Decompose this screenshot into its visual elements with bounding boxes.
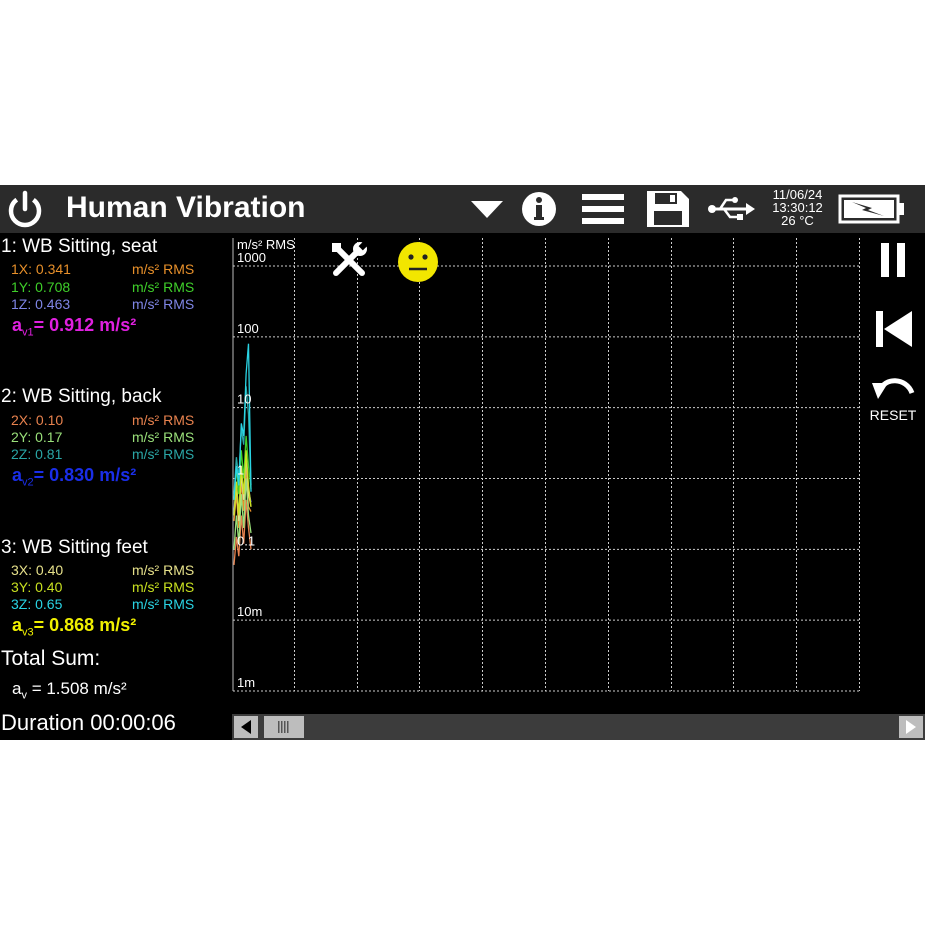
reading-label: 1X: 0.341 bbox=[11, 261, 71, 277]
grip-icon bbox=[278, 721, 289, 733]
duration-readout: Duration 00:00:06 bbox=[1, 710, 176, 735]
vibration-chart: 1000 100 10 1 0.1 10m 1m m/s² RMS bbox=[232, 237, 860, 692]
time-scrollbar[interactable] bbox=[232, 714, 925, 740]
arrow-right-icon bbox=[906, 720, 916, 734]
reading-unit: m/s² RMS bbox=[132, 261, 195, 277]
reading-unit: m/s² RMS bbox=[132, 279, 195, 295]
av-value: = 1.508 m/s² bbox=[26, 679, 127, 698]
total-sum-title: Total Sum: bbox=[1, 647, 101, 670]
header-bar: Human Vibration 11/06/24 13:30:12 26 °C bbox=[0, 185, 925, 233]
group-1-title: 1: WB Sitting, seat bbox=[1, 236, 158, 257]
app-title: Human Vibration bbox=[66, 191, 306, 224]
reading-unit: m/s² RMS bbox=[132, 296, 195, 312]
reading-label: 2Z: 0.81 bbox=[11, 446, 63, 462]
undo-icon bbox=[872, 378, 915, 399]
power-icon[interactable] bbox=[4, 189, 46, 231]
reading-unit: m/s² RMS bbox=[132, 412, 195, 428]
temperature-text: 26 °C bbox=[781, 213, 814, 228]
y-axis-unit-label: m/s² RMS bbox=[237, 237, 295, 252]
skip-to-start-icon[interactable] bbox=[874, 309, 914, 349]
group-3-av: av3= 0.868 m/s² bbox=[12, 615, 136, 639]
tools-icon[interactable] bbox=[330, 241, 368, 279]
dropdown-icon[interactable] bbox=[469, 197, 505, 221]
group-2-av: av2= 0.830 m/s² bbox=[12, 465, 136, 489]
reading-label: 3Y: 0.40 bbox=[11, 579, 63, 595]
reading-label: 2Y: 0.17 bbox=[11, 429, 63, 445]
reading-unit: m/s² RMS bbox=[132, 596, 195, 612]
save-icon[interactable] bbox=[645, 189, 691, 229]
usb-icon bbox=[708, 197, 755, 220]
av-value: = 0.868 m/s² bbox=[33, 615, 137, 635]
y-tick-label: 1m bbox=[237, 675, 255, 690]
reading-unit: m/s² RMS bbox=[132, 429, 195, 445]
av-symbol: a bbox=[12, 615, 23, 635]
scroll-right-button[interactable] bbox=[899, 716, 923, 738]
readings-panel: 1: WB Sitting, seat 1X: 0.341 m/s² RMS 1… bbox=[0, 233, 232, 740]
menu-icon[interactable] bbox=[580, 191, 626, 227]
av-value: = 0.830 m/s² bbox=[33, 465, 137, 485]
arrow-left-icon bbox=[241, 720, 251, 734]
chart-series bbox=[233, 343, 252, 566]
scroll-thumb[interactable] bbox=[264, 716, 304, 738]
y-tick-label: 0.1 bbox=[237, 533, 255, 548]
av-subscript: v1 bbox=[22, 326, 34, 339]
av-subscript: v2 bbox=[22, 476, 34, 489]
reset-button[interactable]: RESET bbox=[862, 371, 924, 423]
y-tick-label: 1 bbox=[237, 463, 244, 478]
group-1-av: av1= 0.912 m/s² bbox=[12, 315, 136, 339]
av-subscript: v3 bbox=[22, 626, 34, 639]
reading-unit: m/s² RMS bbox=[132, 446, 195, 462]
device-screen: Human Vibration 11/06/24 13:30:12 26 °C … bbox=[0, 185, 925, 740]
reading-unit: m/s² RMS bbox=[132, 579, 195, 595]
av-symbol: a bbox=[12, 465, 23, 485]
reset-label: RESET bbox=[869, 407, 917, 423]
reading-unit: m/s² RMS bbox=[132, 562, 195, 578]
reading-label: 1Y: 0.708 bbox=[11, 279, 71, 295]
reading-label: 1Z: 0.463 bbox=[11, 296, 71, 312]
y-tick-label: 10 bbox=[237, 392, 251, 407]
reading-label: 3X: 0.40 bbox=[11, 562, 64, 578]
group-2-title: 2: WB Sitting, back bbox=[1, 386, 162, 407]
chart-grid bbox=[232, 238, 860, 692]
datetime-readout: 11/06/24 13:30:12 26 °C bbox=[760, 188, 835, 227]
reading-label: 2X: 0.10 bbox=[11, 412, 64, 428]
y-tick-label: 1000 bbox=[237, 250, 266, 265]
y-tick-label: 100 bbox=[237, 321, 259, 336]
reading-label: 3Z: 0.65 bbox=[11, 596, 63, 612]
total-av: av = 1.508 m/s² bbox=[12, 679, 127, 701]
group-3-title: 3: WB Sitting feet bbox=[1, 537, 148, 558]
av-value: = 0.912 m/s² bbox=[33, 315, 137, 335]
scroll-left-button[interactable] bbox=[234, 716, 258, 738]
info-icon[interactable] bbox=[521, 191, 557, 227]
y-tick-label: 10m bbox=[237, 604, 262, 619]
pause-icon[interactable] bbox=[878, 241, 908, 279]
battery-charging-icon bbox=[838, 194, 904, 224]
av-symbol: a bbox=[12, 315, 23, 335]
neutral-face-icon bbox=[398, 242, 438, 282]
